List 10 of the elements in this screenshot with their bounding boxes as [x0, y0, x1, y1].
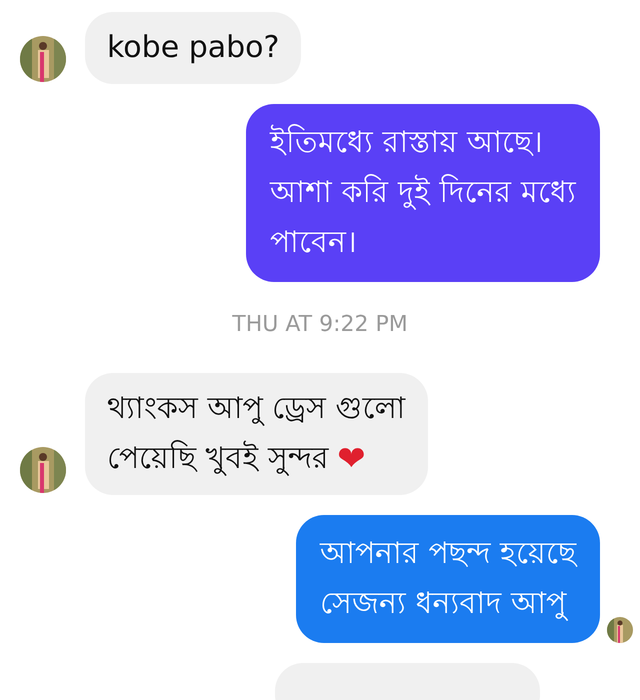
message-text: সেজন্য ধন্যবাদ আপু: [320, 585, 566, 623]
timestamp: THU AT 9:22 PM: [231, 312, 409, 337]
heart-emoji: ❤: [337, 438, 366, 481]
message-text: kobe pabo?: [107, 29, 280, 67]
message-text: আপনার পছন্দ হয়েছে: [320, 535, 576, 573]
message-text: পাবেন।: [270, 224, 357, 262]
message-text: থ্যাংকস আপু ড্রেস গুলো: [107, 390, 406, 428]
message-text: আশা করি দুই দিনের মধ্যে: [270, 173, 576, 212]
message-text: পেয়েছি খুবই সুন্দর: [107, 439, 330, 478]
message-text: ইতিমধ্যে রাস্তায় আছে।: [270, 123, 543, 162]
